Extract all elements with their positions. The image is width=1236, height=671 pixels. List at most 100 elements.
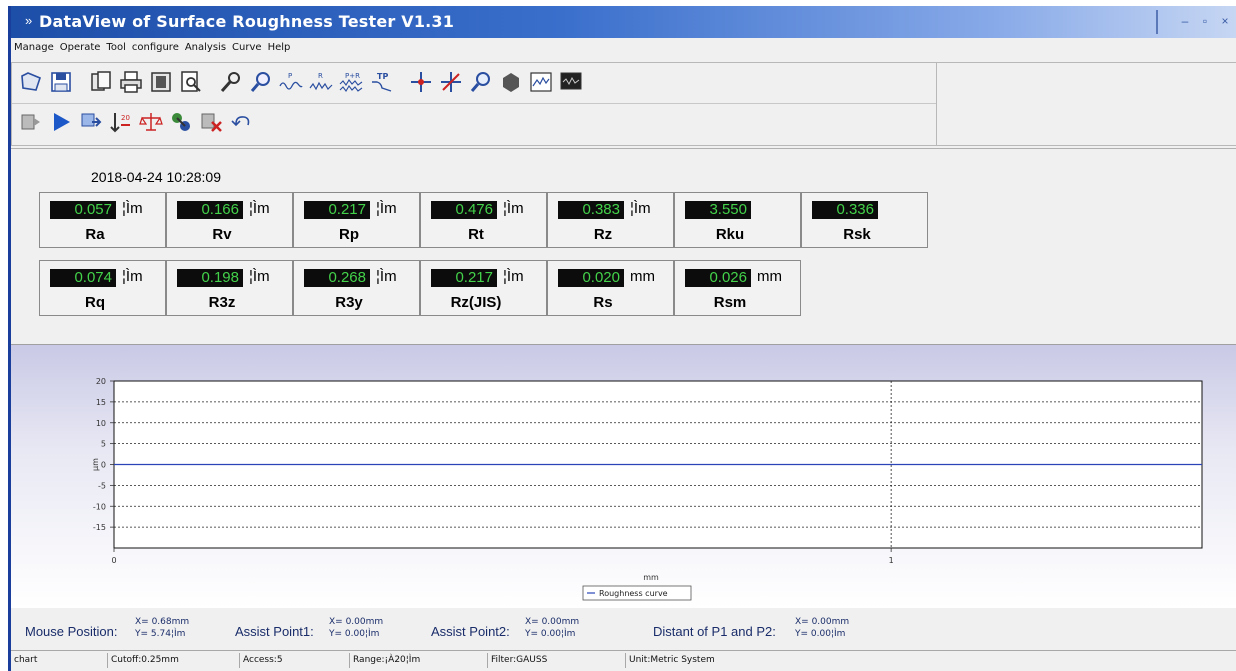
toolbar-row-2: 20 (18, 107, 254, 137)
param-unit: ¦Ìm (249, 268, 270, 285)
param-r3y: 0.268 ¦Ìm R3y (293, 260, 420, 316)
minimize-button[interactable]: – (1178, 14, 1192, 28)
crosshair-icon[interactable] (408, 67, 434, 97)
connect-icon[interactable] (168, 107, 194, 137)
menu-curve[interactable]: Curve (232, 42, 262, 60)
param-name: Rz(JIS) (450, 294, 502, 311)
param-name: Rq (85, 294, 105, 311)
y-tick-label: 5 (101, 440, 106, 449)
open-icon[interactable] (18, 67, 44, 97)
menu-manage[interactable]: Manage (14, 42, 54, 60)
p-profile-icon[interactable]: P (278, 67, 304, 97)
measure-icon[interactable] (18, 107, 44, 137)
param-unit: ¦Ìm (376, 268, 397, 285)
print-icon[interactable] (118, 67, 144, 97)
graph-icon[interactable] (528, 67, 554, 97)
print-setup-icon[interactable] (148, 67, 174, 97)
distant-p1-p2-label: Distant of P1 and P2: (653, 624, 776, 639)
assist-point1-values: X= 0.00mm Y= 0.00¦Ìm (329, 616, 383, 640)
param-name: Ra (85, 226, 105, 243)
svg-text:P+R: P+R (345, 72, 360, 80)
param-r3z: 0.198 ¦Ìm R3z (166, 260, 293, 316)
distant-p1-p2-values: X= 0.00mm Y= 0.00¦Ìm (795, 616, 849, 640)
assist-point-icon[interactable] (438, 67, 464, 97)
param-name: Rs (593, 294, 613, 311)
tp-curve-icon[interactable]: TP (368, 67, 394, 97)
sort-icon[interactable]: 20 (108, 107, 134, 137)
distant-y: Y= 0.00¦Ìm (795, 629, 846, 639)
param-unit: ¦Ìm (503, 268, 524, 285)
y-tick-label: -15 (93, 523, 106, 532)
roughness-chart[interactable]: 20 15 10 5 0 -5 -10 -15 0 1 mm μm Roughness curve (11, 345, 1236, 609)
svg-text:P: P (288, 72, 292, 80)
param-unit: ¦Ìm (503, 200, 524, 217)
close-button[interactable]: × (1218, 14, 1232, 28)
y-tick-label: -5 (98, 481, 106, 490)
delete-icon[interactable] (198, 107, 224, 137)
param-ra: 0.057 ¦Ìm Ra (39, 192, 166, 248)
status-filter: Filter:GAUSS (487, 653, 547, 668)
title-bar[interactable]: » DataView of Surface Roughness Tester V… (11, 6, 1236, 38)
tool-icon[interactable] (218, 67, 244, 97)
assist2-x: X= 0.00mm (525, 617, 580, 627)
menu-tool[interactable]: Tool (106, 42, 125, 60)
save-icon[interactable] (48, 67, 74, 97)
transfer-icon[interactable] (78, 107, 104, 137)
app-window: » DataView of Surface Roughness Tester V… (8, 6, 1236, 671)
search-icon[interactable] (248, 67, 274, 97)
param-rsm: 0.026 mm Rsm (674, 260, 801, 316)
block-icon[interactable] (498, 67, 524, 97)
param-value: 3.550 (685, 201, 751, 219)
roughness-chart-panel[interactable]: 20 15 10 5 0 -5 -10 -15 0 1 mm μm Roughness curve (11, 344, 1236, 608)
x-tick-label: 0 (111, 556, 116, 565)
param-name: Rt (468, 226, 484, 243)
svg-text:R: R (318, 72, 323, 80)
status-mode: chart (14, 655, 38, 665)
toolbar-filler (937, 62, 1236, 146)
menu-help[interactable]: Help (268, 42, 291, 60)
y-axis-label: μm (91, 458, 100, 471)
mouse-x: X= 0.68mm (135, 617, 190, 627)
y-tick-label: -10 (93, 502, 106, 511)
menu-configure[interactable]: configure (132, 42, 179, 60)
y-tick-label: 15 (96, 398, 106, 407)
distant-x: X= 0.00mm (795, 617, 850, 627)
param-rv: 0.166 ¦Ìm Rv (166, 192, 293, 248)
param-value: 0.217 (431, 269, 497, 287)
zoom-icon[interactable] (468, 67, 494, 97)
copy-icon[interactable] (88, 67, 114, 97)
param-name: Rv (212, 226, 232, 243)
param-unit: mm (757, 268, 782, 285)
param-name: R3y (335, 294, 363, 311)
param-rs: 0.020 mm Rs (547, 260, 674, 316)
param-rku: 3.550 Rku (674, 192, 801, 248)
monitor-icon[interactable] (558, 67, 584, 97)
y-tick-label: 10 (96, 419, 106, 428)
param-value: 0.198 (177, 269, 243, 287)
r-profile-icon[interactable]: R (308, 67, 334, 97)
menu-operate[interactable]: Operate (60, 42, 101, 60)
mouse-position-label: Mouse Position: (25, 624, 118, 639)
menu-analysis[interactable]: Analysis (185, 42, 226, 60)
param-name: Rku (715, 226, 745, 243)
calibrate-icon[interactable] (138, 107, 164, 137)
start-icon[interactable] (48, 107, 74, 137)
print-preview-icon[interactable] (178, 67, 204, 97)
maximize-button[interactable]: ▫ (1198, 14, 1212, 28)
param-name: R3z (208, 294, 236, 311)
undo-icon[interactable] (228, 107, 254, 137)
param-value: 0.166 (177, 201, 243, 219)
results-panel: 2018-04-24 10:28:09 0.057 ¦Ìm Ra 0.166 ¦… (11, 148, 1236, 344)
param-unit: ¦Ìm (122, 268, 143, 285)
param-value: 0.336 (812, 201, 878, 219)
param-name: Rp (339, 226, 359, 243)
param-value: 0.268 (304, 269, 370, 287)
svg-text:20: 20 (121, 114, 130, 122)
menu-bar: Manage Operate Tool configure Analysis C… (11, 42, 290, 60)
y-tick-label: 20 (96, 377, 106, 386)
info-bar: Mouse Position: X= 0.68mm Y= 5.74¦Ìm Ass… (11, 610, 1236, 648)
pr-profile-icon[interactable]: P+R (338, 67, 364, 97)
system-menu-icon[interactable]: » (25, 13, 32, 28)
y-tick-label: 0 (101, 461, 106, 470)
param-value: 0.383 (558, 201, 624, 219)
